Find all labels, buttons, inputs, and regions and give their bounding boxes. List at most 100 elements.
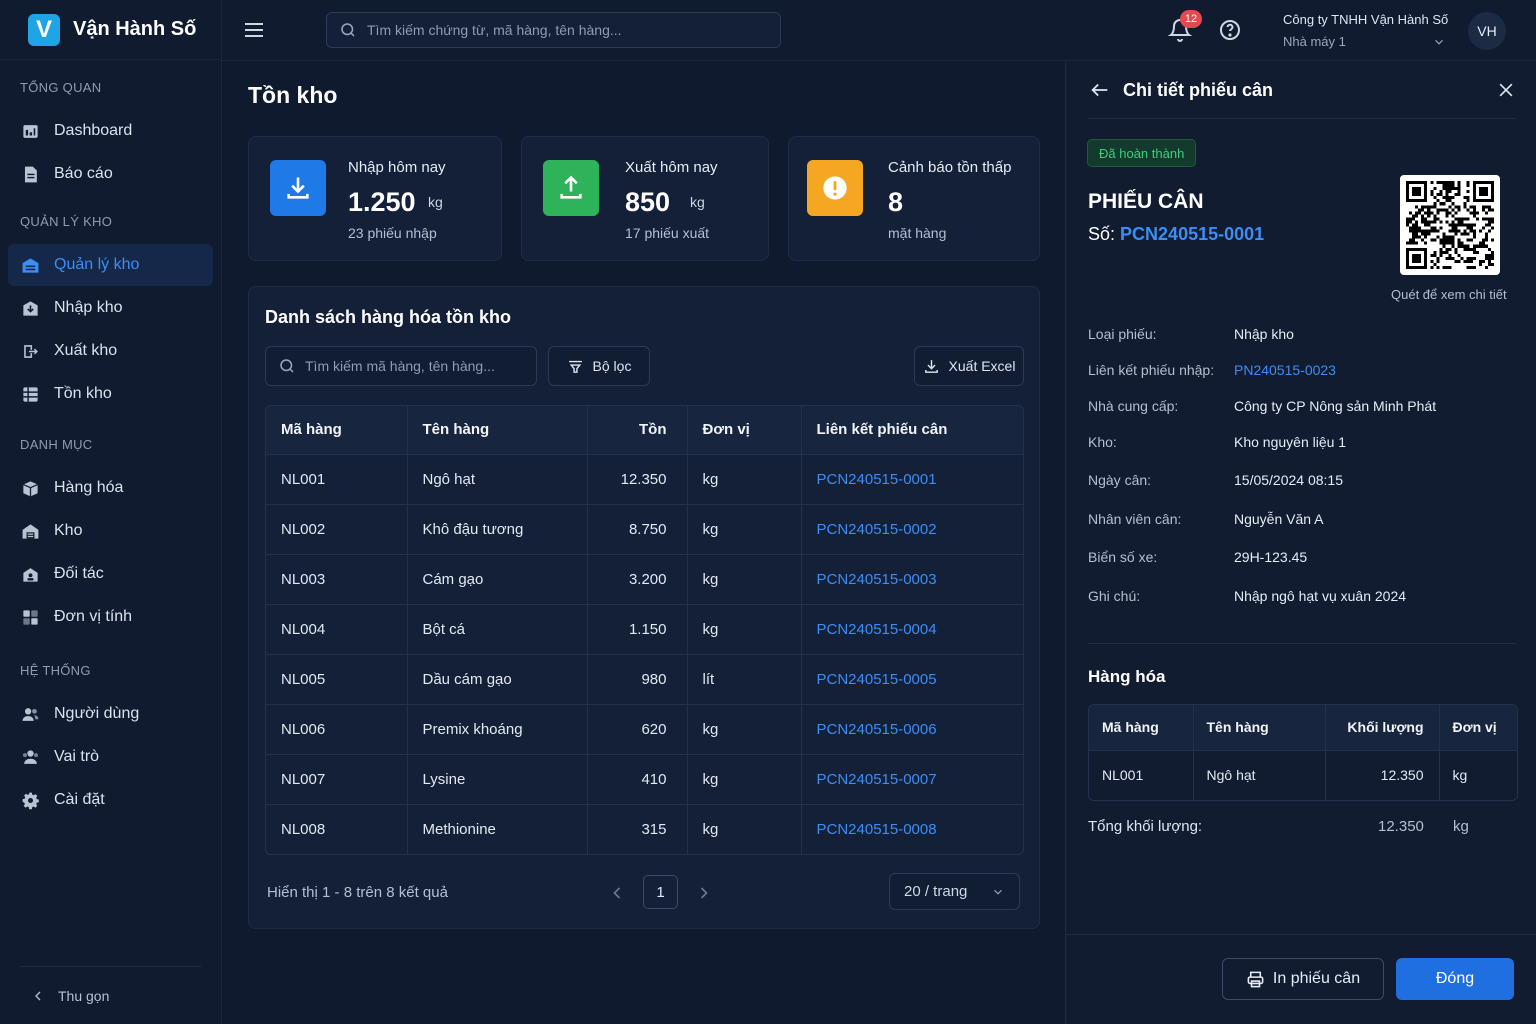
slip-number: PCN240515-0001 <box>1120 224 1265 244</box>
box-icon <box>21 479 40 498</box>
sidebar-item-hàng-hóa[interactable]: Hàng hóa <box>8 467 213 509</box>
weigh-slip-drawer: Chi tiết phiếu cân Đã hoàn thành PHIẾU C… <box>1065 61 1536 1024</box>
sidebar-item-xuất-kho[interactable]: Xuất kho <box>8 330 213 372</box>
global-search[interactable] <box>326 12 781 48</box>
table-row[interactable]: NL008 Methionine 315 kg PCN240515-0008 <box>266 803 1023 854</box>
import-slip-link[interactable]: PN240515-0023 <box>1234 362 1336 378</box>
sidebar-item-label: Dashboard <box>54 122 133 139</box>
cell-slip: PCN240515-0001 <box>801 453 1023 504</box>
cell-unit: kg <box>687 503 802 554</box>
brand[interactable]: V Vận Hành Số <box>0 0 221 60</box>
filter-label: Bộ lọc <box>592 358 632 374</box>
goods-title: Hàng hóa <box>1088 667 1166 686</box>
weigh-slip-link[interactable]: PCN240515-0006 <box>817 721 937 738</box>
goods-weight: 12.350 <box>1325 749 1440 800</box>
chevron-down-icon[interactable] <box>1432 35 1446 49</box>
stat-unit: kg <box>428 194 443 210</box>
sidebar-item-kho[interactable]: Kho <box>8 510 213 552</box>
dashboard-icon <box>21 122 40 141</box>
global-search-input[interactable] <box>367 22 780 38</box>
inventory-table: Mã hàng Tên hàng Tồn Đơn vị Liên kết phi… <box>265 405 1024 855</box>
table-row[interactable]: NL006 Premix khoáng 620 kg PCN240515-0006 <box>266 703 1023 754</box>
filter-button[interactable]: Bộ lọc <box>548 346 650 386</box>
menu-icon[interactable] <box>242 18 266 42</box>
gear-icon <box>21 791 40 810</box>
weigh-slip-link[interactable]: PCN240515-0008 <box>817 821 937 838</box>
goods-table: Mã hàng Tên hàng Khối lượng Đơn vị NL001… <box>1088 704 1518 801</box>
company-name[interactable]: Công ty TNHH Vận Hành Số <box>1283 12 1448 27</box>
cell-slip: PCN240515-0003 <box>801 553 1023 604</box>
download-icon <box>284 174 312 202</box>
brand-name: Vận Hành Số <box>73 18 197 40</box>
weigh-slip-link[interactable]: PCN240515-0003 <box>817 571 937 588</box>
sidebar-item-cài-đặt[interactable]: Cài đặt <box>8 779 213 821</box>
filter-icon <box>567 358 584 375</box>
table-row[interactable]: NL002 Khô đậu tương 8.750 kg PCN240515-0002 <box>266 503 1023 554</box>
table-row[interactable]: NL001 Ngô hạt 12.350 kg PCN240515-0001 <box>266 453 1023 504</box>
list-search-input[interactable] <box>305 358 536 374</box>
nav-section-title: DANH MỤC <box>20 437 93 452</box>
chevron-right-icon[interactable] <box>694 883 714 903</box>
cell-code: NL006 <box>266 703 408 754</box>
sidebar-item-label: Quản lý kho <box>54 256 140 273</box>
chevron-left-icon[interactable] <box>607 883 627 903</box>
avatar[interactable]: VH <box>1468 12 1506 50</box>
table-row[interactable]: NL005 Dầu cám gạo 980 lít PCN240515-0005 <box>266 653 1023 704</box>
weigh-slip-link[interactable]: PCN240515-0007 <box>817 771 937 788</box>
column-header: Đơn vị <box>1439 705 1517 750</box>
cell-unit: kg <box>687 603 802 654</box>
sidebar-item-báo-cáo[interactable]: Báo cáo <box>8 153 213 195</box>
cell-unit: kg <box>687 703 802 754</box>
cell-qty: 410 <box>587 753 688 804</box>
stat-value: 850 <box>625 187 671 217</box>
cell-code: NL004 <box>266 603 408 654</box>
column-header[interactable]: Tên hàng <box>407 406 588 454</box>
table-row[interactable]: NL003 Cám gạo 3.200 kg PCN240515-0003 <box>266 553 1023 604</box>
weigh-slip-link[interactable]: PCN240515-0004 <box>817 621 937 638</box>
sidebar-item-nhập-kho[interactable]: Nhập kho <box>8 287 213 329</box>
upload-icon <box>557 174 585 202</box>
column-header[interactable]: Đơn vị <box>687 406 802 454</box>
weigh-slip-link[interactable]: PCN240515-0002 <box>817 521 937 538</box>
close-button[interactable]: Đóng <box>1396 958 1514 1000</box>
sidebar-item-label: Đối tác <box>54 565 104 582</box>
cell-slip: PCN240515-0006 <box>801 703 1023 754</box>
page-size-select[interactable]: 20 / trang <box>889 873 1020 910</box>
column-header[interactable]: Tồn <box>587 406 688 454</box>
unit-icon <box>21 608 40 627</box>
cell-qty: 980 <box>587 653 688 704</box>
export-label: Xuất Excel <box>948 358 1016 374</box>
sidebar-item-vai-trò[interactable]: Vai trò <box>8 736 213 778</box>
sidebar-item-label: Vai trò <box>54 748 100 765</box>
list-search[interactable] <box>265 346 537 386</box>
field-value: Kho nguyên liệu 1 <box>1234 434 1347 450</box>
export-excel-button[interactable]: Xuất Excel <box>914 346 1024 386</box>
column-header[interactable]: Liên kết phiếu cân <box>801 406 1023 454</box>
table-row[interactable]: NL007 Lysine 410 kg PCN240515-0007 <box>266 753 1023 804</box>
qr-code <box>1400 175 1500 275</box>
inventory-icon <box>21 385 40 404</box>
collapse-sidebar-button[interactable]: Thu gọn <box>20 966 201 1024</box>
sidebar-item-đối-tác[interactable]: Đối tác <box>8 553 213 595</box>
help-icon[interactable] <box>1218 18 1242 42</box>
weigh-slip-link[interactable]: PCN240515-0005 <box>817 671 937 688</box>
pagination-info: Hiển thị 1 - 8 trên 8 kết quả <box>267 884 448 901</box>
page-button[interactable]: 1 <box>643 875 678 909</box>
sidebar-item-dashboard[interactable]: Dashboard <box>8 110 213 152</box>
column-header: Tên hàng <box>1193 705 1326 750</box>
arrow-left-icon[interactable] <box>1089 79 1111 101</box>
nav-section-title: HỆ THỐNG <box>20 663 91 678</box>
table-row: NL001 Ngô hạt 12.350 kg <box>1089 749 1517 800</box>
sidebar-item-đơn-vị-tính[interactable]: Đơn vị tính <box>8 596 213 638</box>
table-row[interactable]: NL004 Bột cá 1.150 kg PCN240515-0004 <box>266 603 1023 654</box>
sidebar-item-tồn-kho[interactable]: Tồn kho <box>8 373 213 415</box>
chevron-left-icon <box>30 988 46 1004</box>
weigh-slip-link[interactable]: PCN240515-0001 <box>817 471 937 488</box>
sidebar-item-quản-lý-kho[interactable]: Quản lý kho <box>8 244 213 286</box>
sidebar-item-người-dùng[interactable]: Người dùng <box>8 693 213 735</box>
close-icon[interactable] <box>1496 80 1516 100</box>
print-slip-button[interactable]: In phiếu cân <box>1222 958 1384 1000</box>
stat-label: Cảnh báo tồn thấp <box>888 159 1012 176</box>
plant-name[interactable]: Nhà máy 1 <box>1283 34 1346 49</box>
column-header[interactable]: Mã hàng <box>266 406 408 454</box>
